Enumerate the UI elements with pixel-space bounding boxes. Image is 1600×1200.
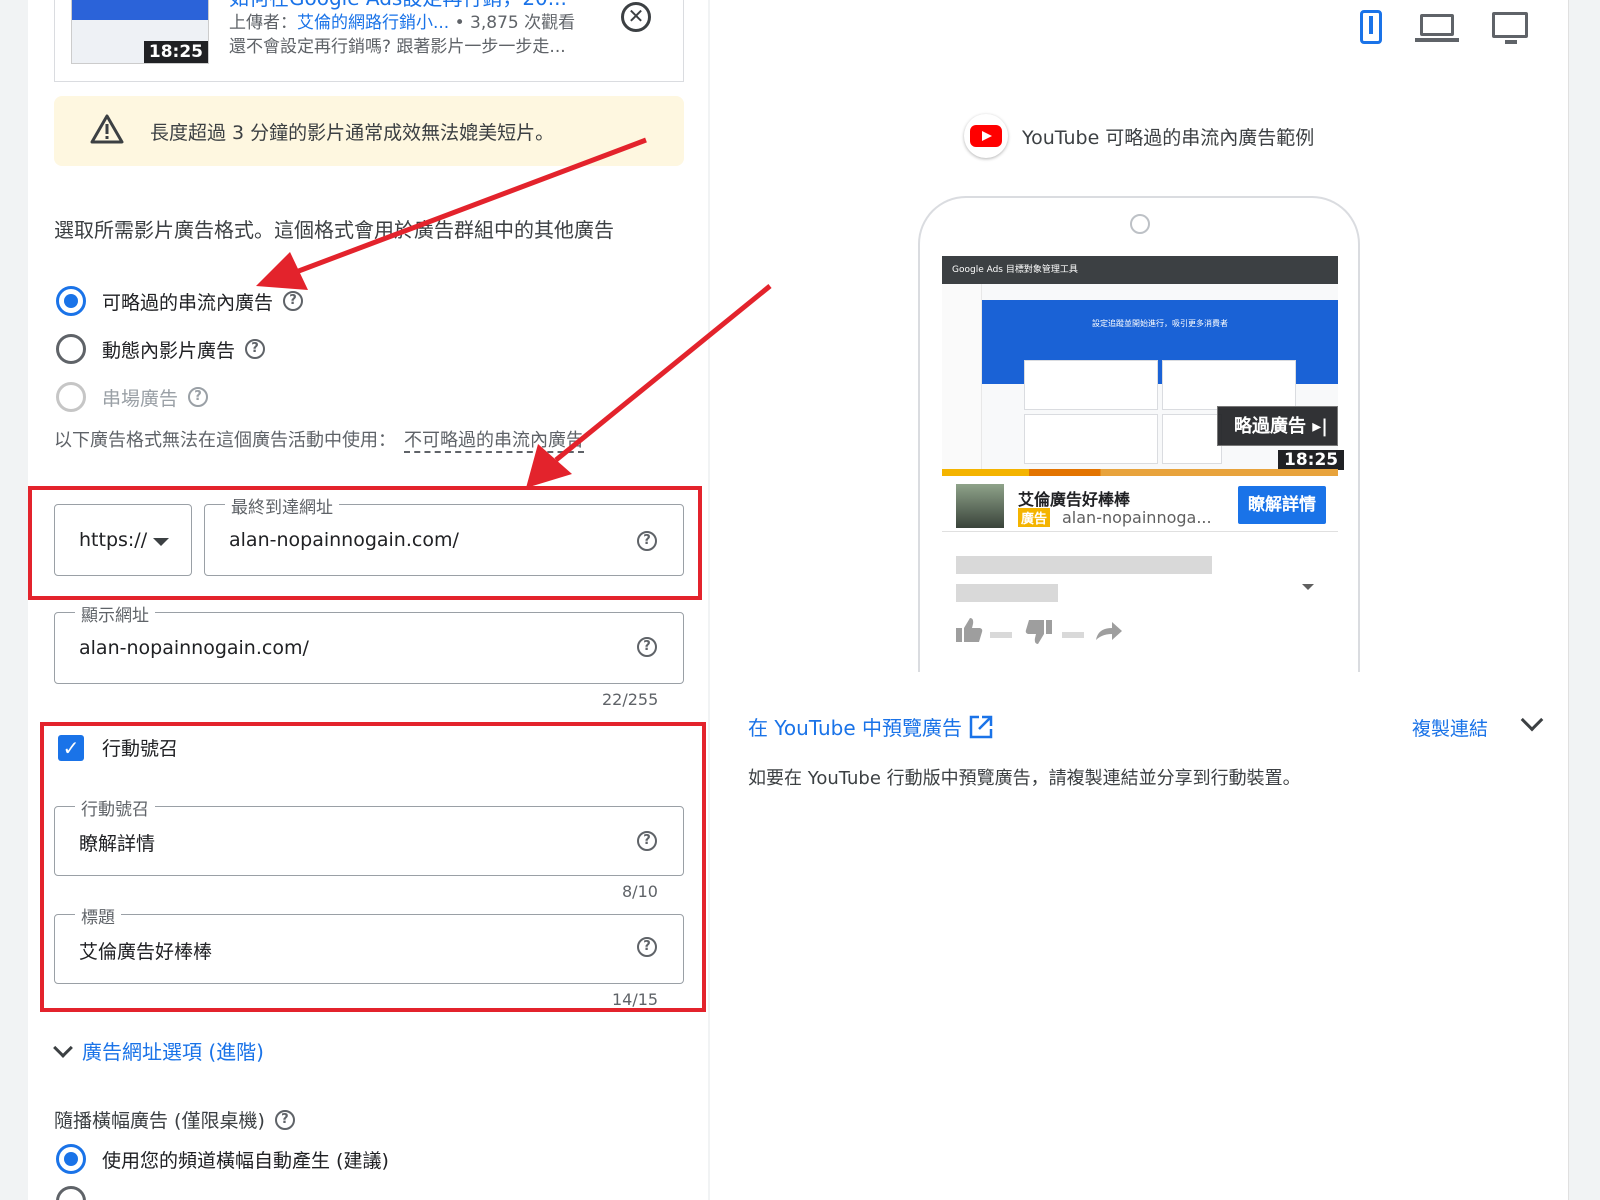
display-url-field[interactable]: 顯示網址 alan-nopainnogain.com/ ? [54,601,684,684]
help-icon[interactable]: ? [245,339,266,359]
video-progress-bar [942,469,1338,476]
uploader-link[interactable]: 艾倫的網路行銷小... [297,13,449,33]
format-option-infeed[interactable]: 動態內影片廣告 ? [56,332,266,366]
warning-triangle-icon [90,114,124,144]
advanced-url-options[interactable]: 廣告網址選項 (進階) [52,1036,264,1065]
phone-camera [1130,214,1150,234]
unavailable-format[interactable]: 不可略過的串流內廣告 [404,430,584,453]
annotation-box-cta [40,722,706,1012]
screen-card [1162,360,1296,410]
preview-cta-button[interactable]: 瞭解詳情 [1238,486,1326,524]
laptop-icon[interactable] [1415,14,1459,42]
screen-card [1024,360,1158,410]
thumbs-up-icon [956,618,983,642]
companion-option-auto[interactable]: 使用您的頻道橫幅自動產生 (建議) [56,1142,389,1176]
reaction-icons [956,618,1122,644]
placeholder-line [956,556,1212,574]
help-icon[interactable]: ? [188,387,209,407]
companion-option-label: 使用您的頻道橫幅自動產生 (建議) [102,1149,389,1172]
display-url-label: 顯示網址 [75,601,155,626]
radio-disabled [56,382,86,412]
view-count: • 3,875 次觀看 [454,13,576,33]
selected-video-card: 18:25 如何在Google Ads設定再行銷，20... 上傳者：艾倫的網路… [54,0,684,82]
uploader-prefix: 上傳者： [229,13,297,33]
preview-link-label: 在 YouTube 中預覽廣告 [748,716,963,740]
placeholder-line [956,584,1058,602]
ad-info-bar: 艾倫廣告好棒棒 廣告 alan-nopainnoga... 瞭解詳情 [942,476,1338,532]
open-in-new-icon [969,715,993,738]
video-duration: 18:25 [143,41,208,63]
screen-card [1024,414,1158,464]
preview-title: YouTube 可略過的串流內廣告範例 [1022,126,1315,149]
help-icon[interactable]: ? [274,1109,295,1130]
ad-badge: 廣告 [1018,508,1051,527]
video-meta: 上傳者：艾倫的網路行銷小... • 3,875 次觀看 [229,8,575,33]
phone-icon[interactable] [1360,10,1382,44]
ad-headline: 艾倫廣告好棒棒 [1018,490,1131,509]
unavailable-formats: 以下廣告格式無法在這個廣告活動中使用： 不可略過的串流內廣告 [54,426,584,453]
format-option-label: 可略過的串流內廣告 [102,291,274,314]
annotation-box-url [28,486,702,600]
radio-checked[interactable] [56,286,86,316]
display-url-counter: 22/255 [602,690,659,709]
thumbs-down-icon [1025,620,1052,644]
video-description: 還不會設定再行銷嗎? 跟著影片一步一步走... [229,37,566,57]
unavailable-label: 以下廣告格式無法在這個廣告活動中使用： [54,430,396,451]
phone-screen: Google Ads 目標對象管理工具 設定追蹤並開始進行，吸引更多消費者 略過… [942,256,1345,672]
screen-topbar: Google Ads 目標對象管理工具 [942,256,1338,284]
format-option-bumper: 串場廣告 ? [56,380,209,414]
radio-unchecked[interactable] [56,1186,86,1200]
help-icon[interactable]: ? [637,637,657,657]
help-icon[interactable]: ? [283,291,304,311]
preview-header: YouTube 可略過的串流內廣告範例 [964,114,1314,158]
screen-card [1162,414,1222,464]
format-intro: 選取所需影片廣告格式。這個格式會用於廣告群組中的其他廣告 [54,218,614,242]
device-selector [1360,10,1528,44]
warning-text: 長度超過 3 分鐘的影片通常成效無法媲美短片。 [150,122,555,144]
format-option-label: 串場廣告 [102,387,179,410]
copy-link-button[interactable]: 複製連結 [1412,714,1488,741]
radio-unchecked[interactable] [56,334,86,364]
remove-video-icon[interactable]: ✕ [621,2,651,32]
chevron-down-icon [53,1037,73,1058]
video-thumbnail[interactable]: 18:25 [71,0,209,64]
companion-banner-heading: 隨播橫幅廣告 (僅限桌機) ? [54,1106,295,1133]
screen-sidebar [942,284,982,476]
radio-checked[interactable] [56,1144,86,1174]
companion-banner-label: 隨播橫幅廣告 (僅限桌機) [54,1110,265,1132]
length-warning: 長度超過 3 分鐘的影片通常成效無法媲美短片。 [54,96,684,166]
format-option-label: 動態內影片廣告 [102,339,236,362]
preview-note: 如要在 YouTube 行動版中預覽廣告，請複製連結並分享到行動裝置。 [748,768,1301,789]
phone-mockup: Google Ads 目標對象管理工具 設定追蹤並開始進行，吸引更多消費者 略過… [918,196,1360,672]
advanced-url-label: 廣告網址選項 (進階) [82,1040,264,1064]
chevron-down-icon [1302,584,1314,590]
scroll-gutter [1568,0,1600,1200]
ad-display-url: alan-nopainnoga... [1062,508,1212,527]
monitor-icon[interactable] [1492,12,1528,44]
ad-video-preview[interactable]: Google Ads 目標對象管理工具 設定追蹤並開始進行，吸引更多消費者 略過… [942,256,1345,476]
preview-duration: 18:25 [1278,450,1345,470]
format-option-skippable[interactable]: 可略過的串流內廣告 ? [56,284,304,318]
companion-option-upload[interactable] [56,1184,86,1200]
youtube-logo-icon [964,114,1008,158]
channel-avatar [956,484,1004,528]
skip-ad-button[interactable]: 略過廣告 ▸| [1217,406,1338,446]
display-url-input[interactable]: alan-nopainnogain.com/ [79,637,309,659]
preview-on-youtube-link[interactable]: 在 YouTube 中預覽廣告 [748,712,994,741]
ad-form-panel [28,0,708,1200]
share-icon [1096,622,1122,640]
